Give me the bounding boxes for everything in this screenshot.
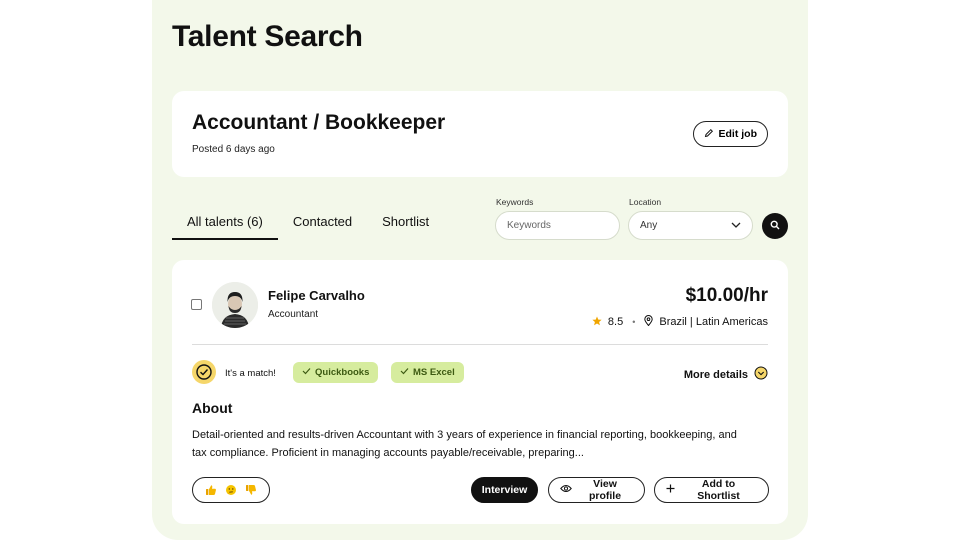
select-candidate-checkbox[interactable]	[191, 299, 202, 310]
page-title: Talent Search	[172, 20, 363, 53]
pencil-icon	[704, 128, 714, 141]
more-details-label: More details	[683, 368, 748, 381]
eye-icon	[560, 484, 572, 496]
about-heading: About	[192, 400, 233, 416]
candidate-meta: 8.5 • Brazil | Latin Americas	[592, 315, 768, 329]
star-icon	[592, 316, 602, 329]
candidate-location: Brazil | Latin Americas	[659, 316, 768, 328]
interview-button[interactable]: Interview	[471, 477, 538, 503]
skill-label: MS Excel	[413, 367, 455, 378]
location-select[interactable]: Any	[628, 211, 753, 240]
skill-label: Quickbooks	[315, 367, 370, 378]
hourly-rate: $10.00/hr	[685, 285, 768, 306]
talent-card: Felipe Carvalho Accountant $10.00/hr 8.5…	[172, 260, 788, 524]
edit-job-button[interactable]: Edit job	[692, 121, 768, 147]
plus-icon	[666, 484, 675, 496]
location-label: Location	[629, 197, 662, 207]
about-text: Detail-oriented and results-driven Accou…	[192, 429, 737, 459]
location-select-value: Any	[640, 220, 658, 231]
separator-dot: •	[632, 317, 636, 327]
keywords-input[interactable]	[495, 211, 620, 240]
search-button[interactable]	[762, 213, 788, 239]
thumbs-down-icon[interactable]	[245, 484, 257, 496]
tab-all-talents[interactable]: All talents (6)	[172, 205, 278, 240]
match-label: It's a match!	[225, 368, 276, 379]
add-to-shortlist-button[interactable]: Add to Shortlist	[654, 477, 769, 503]
thumbs-up-icon[interactable]	[205, 484, 217, 496]
view-profile-button[interactable]: View profile	[548, 477, 645, 503]
thinking-face-icon[interactable]	[225, 484, 237, 496]
location-pin-icon	[644, 315, 654, 329]
check-icon	[400, 367, 409, 378]
chevron-down-icon	[731, 220, 741, 231]
check-icon	[302, 367, 311, 378]
add-to-shortlist-label: Add to Shortlist	[697, 478, 740, 502]
search-icon	[770, 217, 780, 235]
skill-tag: MS Excel	[391, 362, 464, 383]
job-title: Accountant / Bookkeeper	[192, 111, 446, 134]
check-circle-icon	[192, 360, 216, 384]
avatar	[212, 282, 258, 328]
card-divider	[192, 344, 768, 345]
tab-shortlist[interactable]: Shortlist	[367, 205, 444, 240]
edit-job-label: Edit job	[718, 128, 758, 140]
reaction-group	[192, 477, 270, 503]
rating-value: 8.5	[607, 316, 624, 328]
chevron-circle-icon	[754, 366, 768, 383]
tab-contacted[interactable]: Contacted	[278, 205, 367, 240]
candidate-role: Accountant	[268, 309, 319, 320]
job-card: Accountant / Bookkeeper Posted 6 days ag…	[172, 91, 788, 177]
more-details-button[interactable]: More details	[684, 366, 768, 383]
talent-tabs: All talents (6) Contacted Shortlist	[172, 205, 444, 240]
candidate-name: Felipe Carvalho	[268, 288, 365, 303]
interview-label: Interview	[481, 484, 528, 496]
view-profile-label: View profile	[588, 478, 622, 502]
keywords-label: Keywords	[496, 197, 534, 207]
skill-tag: Quickbooks	[293, 362, 379, 383]
job-posted-date: Posted 6 days ago	[192, 144, 275, 155]
